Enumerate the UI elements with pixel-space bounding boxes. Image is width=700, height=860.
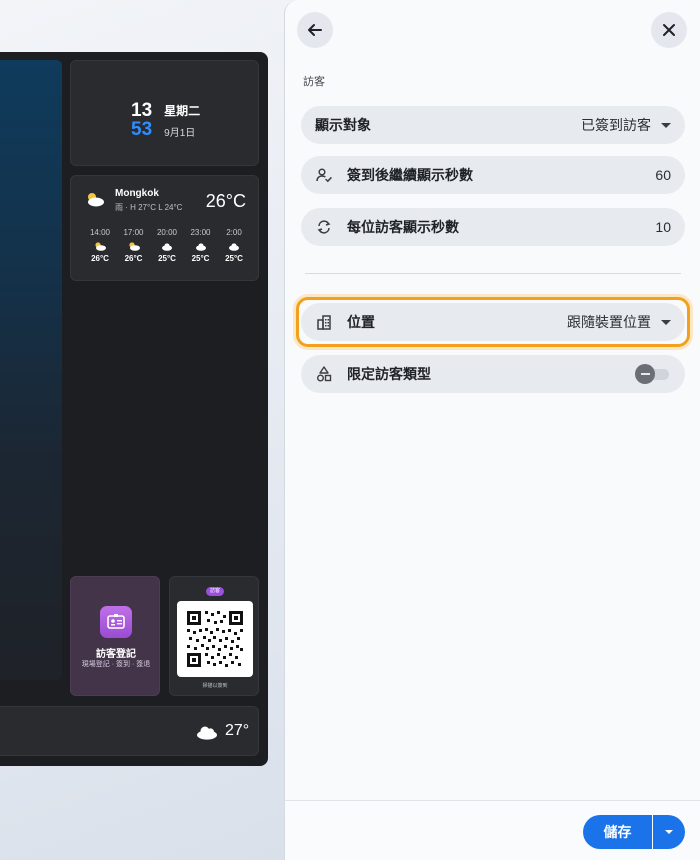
close-icon <box>663 24 675 36</box>
toggle-off-icon <box>635 364 655 384</box>
save-button[interactable]: 儲存 <box>583 815 652 849</box>
qr-checkin-card: 訪客 掃描以簽到 <box>169 576 259 696</box>
forecast-item: 20:00 25°C <box>152 228 182 263</box>
row-label: 顯示對象 <box>315 117 371 133</box>
row-label: 簽到後繼續顯示秒數 <box>347 167 473 183</box>
settings-panel: 訪客 顯示對象 已簽到訪客 簽到後繼續顯示秒數 60 每位訪客顯示秒數 10 位… <box>284 0 700 860</box>
location-select[interactable]: 位置 跟隨裝置位置 <box>301 303 685 341</box>
forecast-item: 23:00 25°C <box>186 228 216 263</box>
caret-down-icon <box>665 830 673 834</box>
qr-code-icon <box>177 601 253 677</box>
clock-widget: 13 53 星期二 9月1日 <box>70 60 259 166</box>
row-value: 已簽到訪客 <box>581 115 671 135</box>
cloud-sun-icon <box>88 193 104 207</box>
visitor-card-title: 訪客登記 <box>96 649 136 660</box>
caret-down-icon <box>661 319 671 325</box>
forecast-time: 17:00 <box>123 228 144 237</box>
after-checkin-seconds-field[interactable]: 簽到後繼續顯示秒數 60 <box>301 156 685 194</box>
section-label: 訪客 <box>303 76 325 88</box>
weather-temp: 26°C <box>205 191 246 211</box>
per-visitor-seconds-field[interactable]: 每位訪客顯示秒數 10 <box>301 208 685 246</box>
visitor-registration-card: 訪客登記 現場登記 · 簽到 · 簽退 <box>70 576 160 696</box>
forecast-temp: 25°C <box>191 254 210 263</box>
forecast-temp: 25°C <box>225 254 243 263</box>
refresh-icon <box>315 218 333 236</box>
clock-hour: 13 <box>131 100 153 121</box>
row-label: 位置 <box>347 314 375 330</box>
panel-footer: 儲存 <box>285 800 700 860</box>
cloud-icon <box>162 243 172 251</box>
forecast-temp: 25°C <box>158 254 176 263</box>
cloud-sun-icon <box>95 242 106 251</box>
cloud-icon <box>229 243 239 251</box>
back-button[interactable] <box>297 12 333 48</box>
clock-minute: 53 <box>131 119 153 140</box>
weather-summary: 雨 · H 27°C L 24°C <box>115 203 183 212</box>
media-pane <box>0 60 62 680</box>
forecast-time: 2:00 <box>226 228 242 237</box>
save-options-button[interactable] <box>653 815 685 849</box>
row-value: 跟隨裝置位置 <box>567 312 671 332</box>
weather-widget: Mongkok 雨 · H 27°C L 24°C 26°C 14:00 26°… <box>70 175 259 281</box>
cloud-icon <box>195 243 206 251</box>
forecast-item: 14:00 26°C <box>85 228 115 263</box>
qr-caption: 掃描以簽到 <box>202 683 228 689</box>
restrict-visitor-type-row: 限定訪客類型 <box>301 355 685 393</box>
close-button[interactable] <box>651 12 687 48</box>
forecast-time: 23:00 <box>190 228 211 237</box>
selected-value: 已簽到訪客 <box>581 117 651 133</box>
caret-down-icon <box>661 122 671 128</box>
id-card-icon <box>100 606 132 638</box>
bottom-weather-bar: 27° <box>0 706 259 756</box>
restrict-visitor-type-toggle[interactable] <box>635 364 671 384</box>
shapes-icon <box>315 365 333 383</box>
selected-value: 跟隨裝置位置 <box>567 314 651 330</box>
cloud-icon <box>197 726 217 740</box>
forecast-temp: 26°C <box>124 254 143 263</box>
row-label: 每位訪客顯示秒數 <box>347 219 459 235</box>
forecast-time: 14:00 <box>89 228 111 237</box>
bottom-temp: 27° <box>225 722 250 739</box>
arrow-left-icon <box>308 24 322 36</box>
signage-preview: 13 53 星期二 9月1日 Mongkok 雨 · H 27°C L 24°C… <box>0 52 268 766</box>
forecast-item: 17:00 26°C <box>119 228 149 263</box>
divider <box>305 273 681 274</box>
row-label: 限定訪客類型 <box>347 366 431 382</box>
row-value: 10 <box>655 219 671 235</box>
clock-weekday: 星期二 <box>164 103 201 118</box>
visitor-card-subtitle: 現場登記 · 簽到 · 簽退 <box>81 661 151 668</box>
clock-date: 9月1日 <box>164 127 196 139</box>
weather-city: Mongkok <box>115 188 159 199</box>
cloud-sun-icon <box>128 242 140 251</box>
building-icon <box>315 313 333 331</box>
qr-badge: 訪客 <box>206 587 224 596</box>
forecast-temp: 26°C <box>91 254 109 263</box>
weather-forecast: 14:00 26°C 17:00 26°C 20:00 25°C 23:00 2… <box>85 228 249 263</box>
display-target-select[interactable]: 顯示對象 已簽到訪客 <box>301 106 685 144</box>
person-check-icon <box>315 166 333 184</box>
forecast-time: 20:00 <box>156 228 178 237</box>
forecast-item: 2:00 25°C <box>219 228 249 263</box>
row-value: 60 <box>655 167 671 183</box>
